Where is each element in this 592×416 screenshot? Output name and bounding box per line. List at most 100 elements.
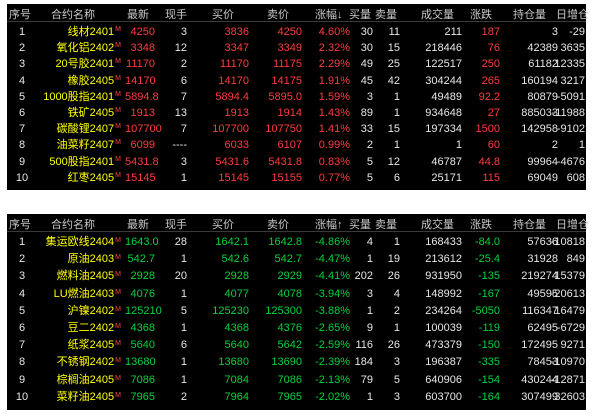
column-header-label: 买量	[349, 219, 371, 231]
cell-doi: 12335	[554, 58, 585, 71]
cell-askv: 5	[393, 373, 400, 386]
cell-askv: 2	[393, 304, 400, 317]
cell-ask: 107750	[265, 123, 302, 136]
table-row[interactable]: 6 豆二2402M 4368 1 4368 4376 -2.65% 9 1 100039 -119 6…	[7, 320, 586, 338]
cell-chg: 1.41%	[318, 123, 350, 136]
table-row[interactable]: 3 20号胶2401M 11170 2 11170 11175 2.29% 49 25 12251…	[7, 56, 586, 73]
table-row[interactable]: 10 菜籽油2405M 7965 2 7964 7965 -2.02% 1 3 603700 -16…	[7, 388, 586, 406]
table-row[interactable]: 9 500股指2401M 5431.8 3 5431.6 5431.8 0.83% 5 12 46…	[7, 153, 586, 170]
column-header-name[interactable]: 合约名称	[51, 214, 95, 232]
table-row[interactable]: 8 油菜籽2407M 6099 ---- 6033 6107 0.99% 2 1 1 60 2 1	[7, 137, 586, 154]
cell-hand: 1	[180, 322, 187, 334]
table-row[interactable]: 5 沪镍2402M 125210 5 125230 125300 -3.88% 1 2 23426…	[7, 302, 586, 320]
column-header-vol[interactable]: 成交量	[421, 4, 454, 22]
table-row[interactable]: 8 不锈钢2402M 13680 1 13680 13690 -2.39% 184 3 19638…	[7, 354, 586, 372]
cell-chg: -2.13%	[315, 373, 350, 386]
column-header-label: 卖价	[267, 219, 289, 231]
cell-up: -84.0	[474, 236, 500, 248]
cell-bid: 7964	[224, 390, 249, 403]
column-header-bidv[interactable]: 买量	[349, 214, 371, 232]
cell-hand: 1	[180, 253, 187, 266]
column-header-idx[interactable]: 序号	[9, 4, 31, 22]
cell-doi: -6729	[556, 322, 585, 334]
contract-name: 1000股指2401	[43, 90, 115, 103]
column-header-doi[interactable]: 日增仓	[556, 214, 589, 232]
column-header-label: 涨跌	[470, 9, 492, 21]
table-row[interactable]: 7 纸浆2405M 5640 6 5640 5642 -2.59% 116 26 473379 -1…	[7, 337, 586, 355]
cell-doi: 9271	[560, 339, 585, 352]
column-header-oi[interactable]: 持仓量	[513, 4, 546, 22]
table-row[interactable]: 4 LU燃油2403M 4076 1 4077 4078 -3.94% 3 4 148992 -16…	[7, 285, 586, 303]
cell-bid: 15145	[218, 171, 249, 184]
column-header-label: 涨幅	[315, 9, 337, 21]
contract-name: 橡胶2405	[67, 74, 115, 87]
table-row[interactable]: 1 线材2401M 4250 3 3836 4250 4.60% 30 11 211 187 3 -29	[7, 24, 586, 41]
table-row[interactable]: 5 1000股指2401M 5894.8 7 5894.4 5895.0 1.59% 3 1 49…	[7, 88, 586, 105]
column-header-name[interactable]: 合约名称	[51, 4, 95, 22]
column-header-ask[interactable]: 卖价	[267, 4, 289, 22]
cell-up: 60	[487, 139, 500, 152]
cell-chg: -2.65%	[315, 322, 350, 334]
table-row[interactable]: 7 碳酸锂2407M 107700 7 107700 107750 1.41% 33 15 197…	[7, 121, 586, 138]
cell-name: 铁矿2405M	[27, 105, 121, 121]
cell-ask: 5642	[277, 339, 302, 352]
column-header-chg[interactable]: 涨幅↑	[315, 214, 343, 232]
column-header-bid[interactable]: 买价	[212, 4, 234, 22]
column-header-chg[interactable]: 涨幅↓	[315, 4, 343, 22]
column-header-vol[interactable]: 成交量	[421, 214, 454, 232]
table-row[interactable]: 2 原油2403M 542.7 1 542.6 542.7 -4.47% 1 19 213612-…	[7, 251, 586, 269]
column-header-hand[interactable]: 现手	[165, 214, 187, 232]
cell-doi: 608	[566, 171, 585, 184]
cell-ask: 11175	[273, 58, 302, 71]
cell-vol: 25171	[431, 171, 462, 184]
column-header-doi[interactable]: 日增仓	[556, 4, 589, 22]
sort-arrow-icon[interactable]: ↓	[337, 9, 343, 21]
main-contract-badge: M	[115, 171, 121, 179]
cell-ask: 3349	[277, 42, 302, 55]
column-header-bid[interactable]: 买价	[212, 214, 234, 232]
table-header: 序号 合约名称 最新 现手 买价 卖价 涨幅↑ 买量 卖量 成交量 涨跌 持仓量 日增仓	[7, 214, 589, 232]
column-header-last[interactable]: 最新	[127, 214, 149, 232]
column-header-up[interactable]: 涨跌	[470, 4, 492, 22]
cell-chg: -4.41%	[315, 270, 350, 283]
column-header-last[interactable]: 最新	[127, 4, 149, 22]
column-header-hand[interactable]: 现手	[165, 4, 187, 22]
column-header-askv[interactable]: 卖量	[375, 4, 397, 22]
cell-hand: 20	[174, 270, 187, 283]
cell-last: 5431.8	[125, 155, 159, 168]
column-header-up[interactable]: 涨跌	[470, 214, 492, 232]
column-header-oi[interactable]: 持仓量	[513, 214, 546, 232]
main-contract-badge: M	[115, 254, 121, 262]
main-contract-badge: M	[115, 90, 121, 98]
column-header-askv[interactable]: 卖量	[375, 214, 397, 232]
column-header-idx[interactable]: 序号	[9, 214, 31, 232]
column-header-ask[interactable]: 卖价	[267, 214, 289, 232]
cell-name: 氧化铝2402M	[27, 40, 121, 56]
cell-ask: 4376	[277, 322, 302, 334]
cell-ask: 1642.8	[268, 236, 302, 248]
table-row[interactable]: 9 棕榈油2405M 7086 1 7084 7086 -2.13% 79 5 640906 -15…	[7, 371, 586, 389]
column-header-bidv[interactable]: 买量	[349, 4, 371, 22]
cell-askv: 42	[387, 74, 400, 87]
table-row[interactable]: 1 集运欧线2404M 1643.0 28 1642.1 1642.8 -4.86% 4 1 16…	[7, 234, 586, 252]
table-row[interactable]: 2 氧化铝2402M 3348 12 3347 3349 2.32% 30 15 218446 76…	[7, 40, 586, 57]
cell-bid: 4368	[224, 322, 249, 334]
table-row[interactable]: 10 红枣2405M 15145 1 15145 15155 0.77% 5 6 25171 115…	[7, 169, 586, 186]
cell-bid: 3836	[224, 26, 249, 38]
cell-askv: 1	[393, 236, 400, 248]
cell-vol: 168433	[425, 236, 462, 248]
contract-name: LU燃油2403	[53, 287, 115, 300]
cell-chg: -4.86%	[315, 236, 350, 248]
table-row[interactable]: 6 铁矿2405M 1913 13 1913 1914 1.43% 89 1 934648 27 88…	[7, 105, 586, 122]
cell-name: 油菜籽2407M	[27, 137, 121, 153]
sort-arrow-icon[interactable]: ↑	[337, 219, 343, 231]
contract-name: 豆二2402	[67, 322, 115, 334]
main-contract-badge: M	[115, 357, 121, 365]
table-row[interactable]: 4 橡胶2405M 14170 6 14170 14175 1.91% 45 42 304244 2…	[7, 72, 586, 89]
cell-chg: 2.32%	[318, 42, 350, 55]
table-row[interactable]: 3 燃料油2405M 2928 20 2928 2929 -4.41% 202 26 931950…	[7, 268, 586, 286]
main-contract-badge: M	[115, 391, 121, 399]
cell-ask: 5431.8	[268, 155, 302, 168]
column-header-label: 日增仓	[556, 219, 589, 231]
cell-up: 27	[487, 107, 500, 119]
